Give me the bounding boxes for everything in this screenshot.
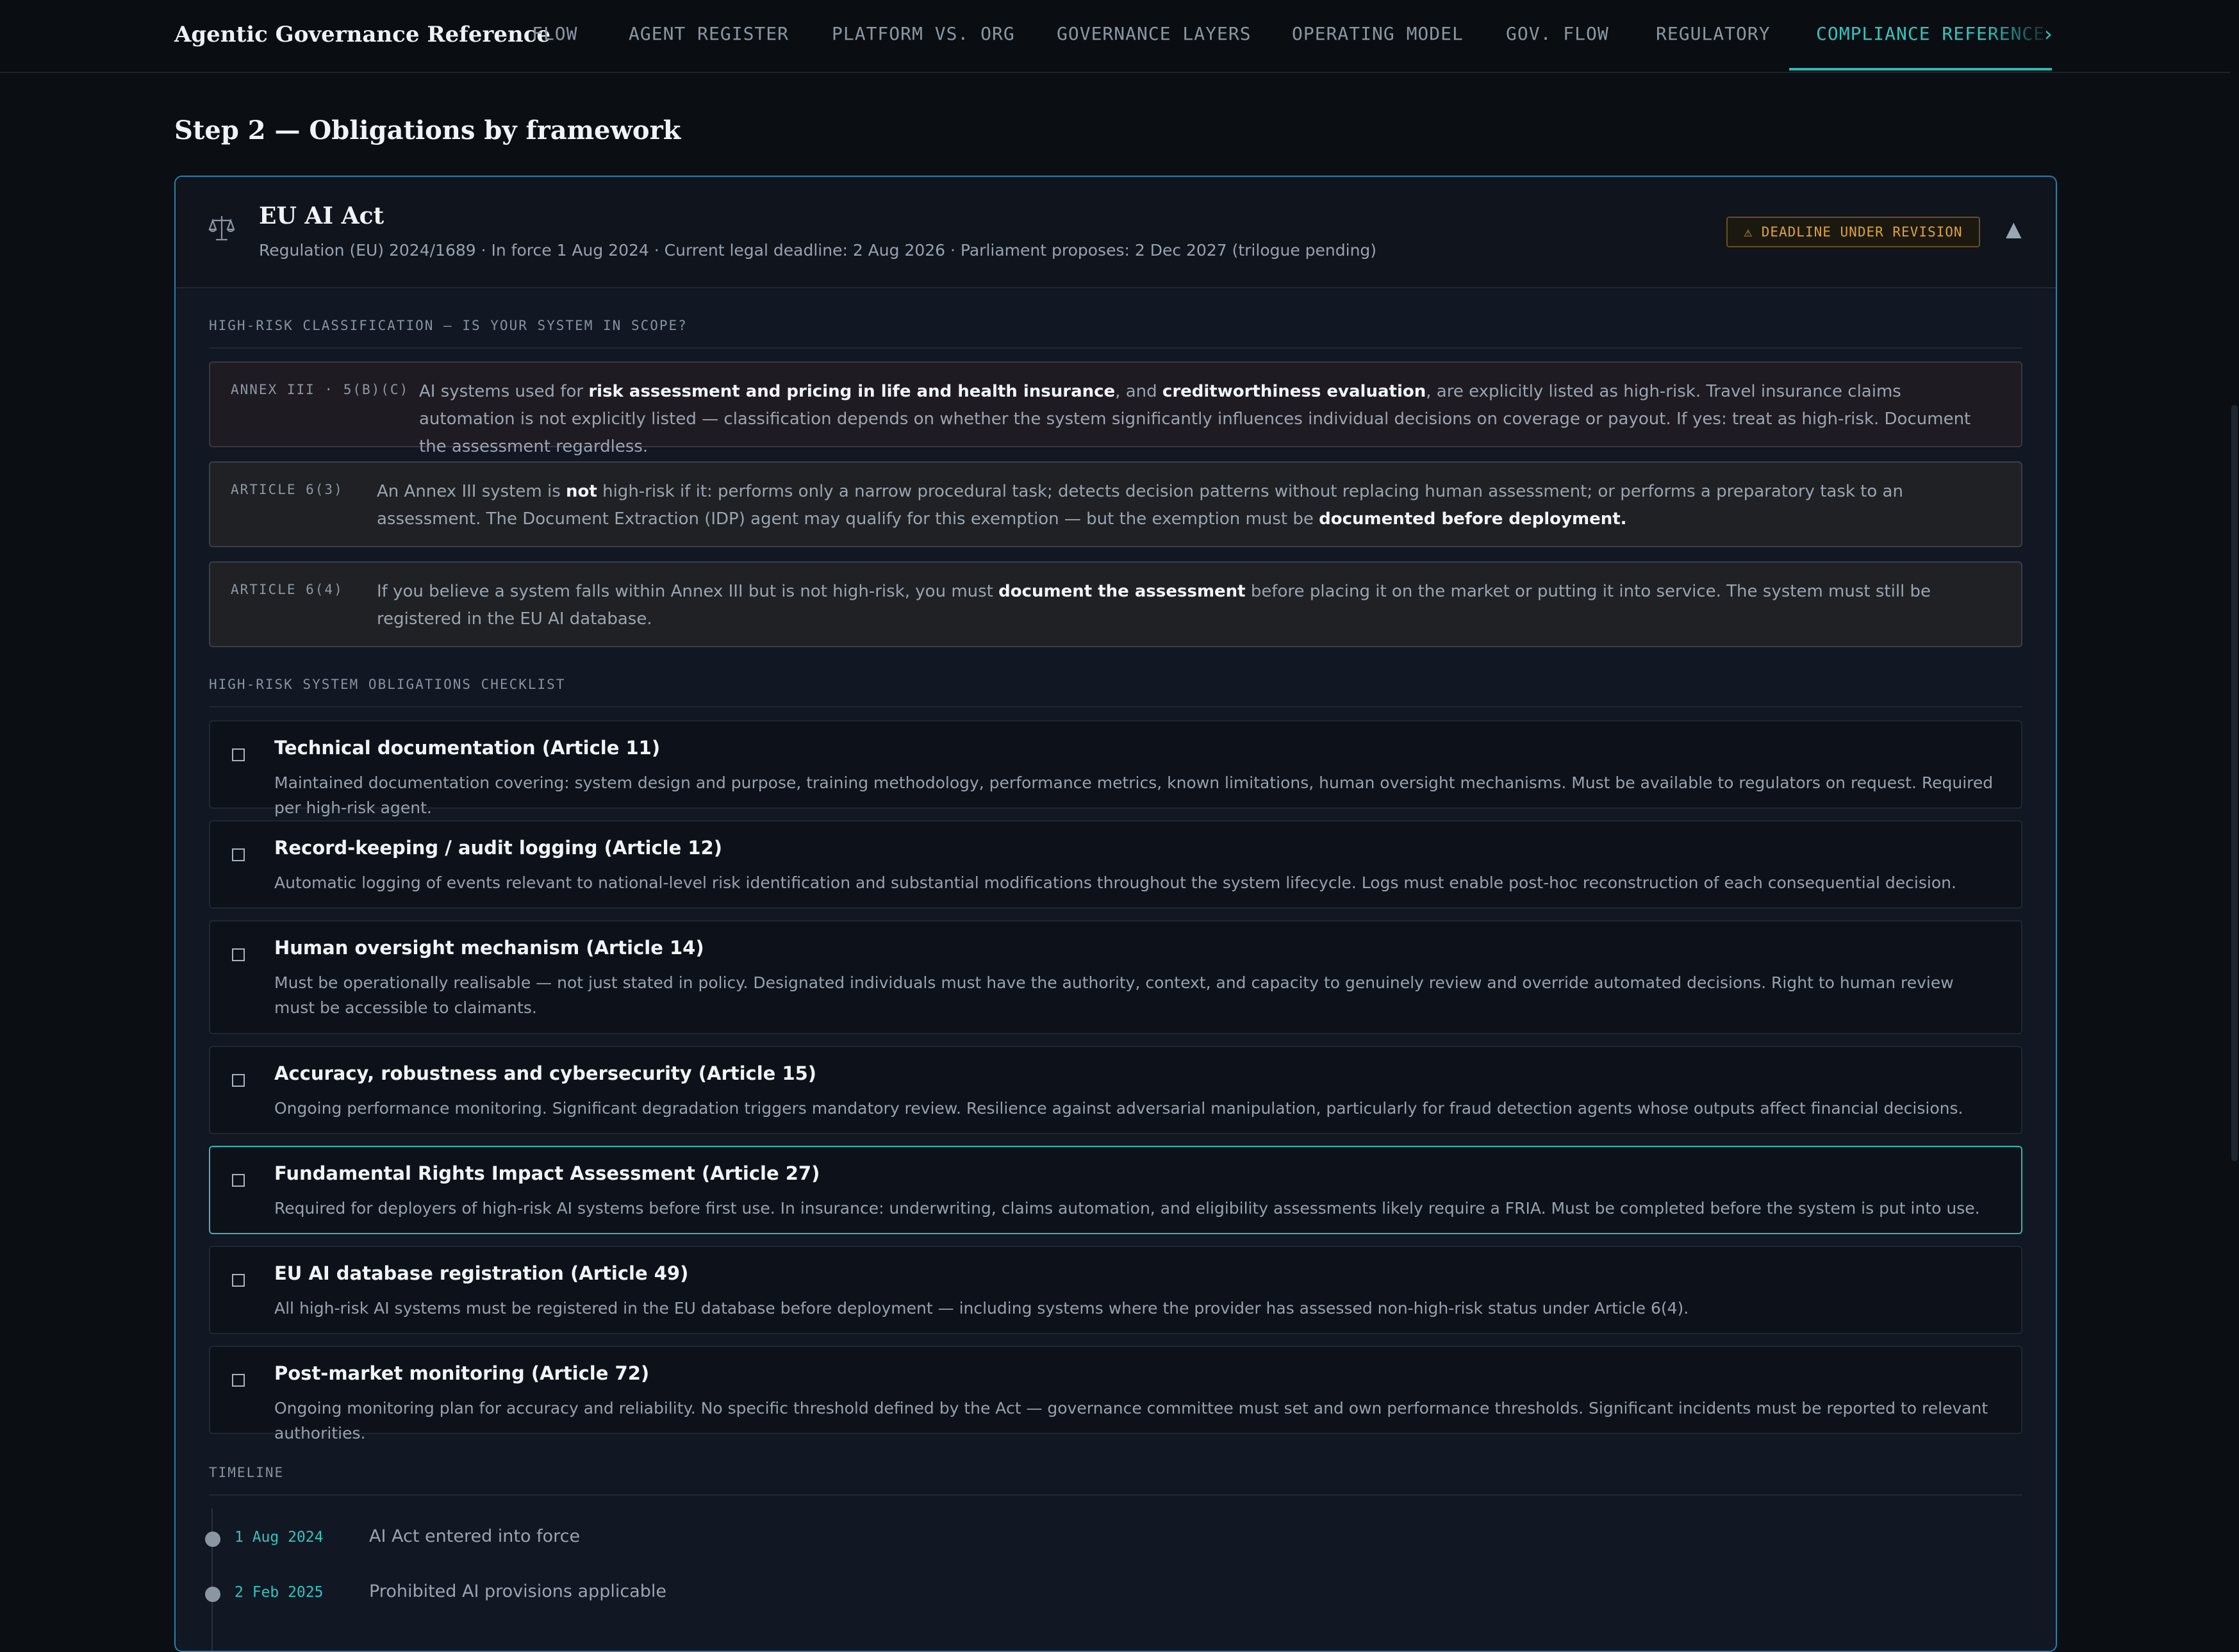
classification-section-label: HIGH-RISK CLASSIFICATION — IS YOUR SYSTE…: [209, 318, 688, 333]
classification-note-annex-iii: ANNEX III · 5(B)(C) AI systems used for …: [209, 361, 2022, 456]
framework-subtitle: Regulation (EU) 2024/1689 · In force 1 A…: [259, 241, 1377, 260]
tab-operating-model[interactable]: OPERATING MODEL: [1292, 23, 1464, 44]
tab-gov-flow[interactable]: GOV. FLOW: [1506, 23, 1609, 44]
timeline-event-text: AI Act entered into force: [369, 1526, 581, 1546]
emphasis-text: creditworthiness evaluation: [1162, 382, 1426, 401]
checklist-item-article-11[interactable]: Technical documentation (Article 11) Mai…: [209, 720, 2022, 817]
timeline-date: 2 Feb 2025: [235, 1584, 324, 1601]
checkbox[interactable]: [232, 948, 245, 961]
note-tag: ANNEX III · 5(B)(C): [231, 382, 409, 397]
emphasis-text: documented before deployment.: [1319, 509, 1627, 529]
checklist-item-article-49[interactable]: EU AI database registration (Article 49)…: [209, 1246, 2022, 1334]
framework-card-eu-ai-act: EU AI Act Regulation (EU) 2024/1689 · In…: [174, 176, 2057, 1652]
note-text: An Annex III system is not high-risk if …: [377, 478, 1999, 533]
checklist-item-title: Human oversight mechanism (Article 14): [274, 937, 704, 959]
emphasis-text: risk assessment and pricing in life and …: [588, 382, 1116, 401]
collapse-chevron-icon[interactable]: ▲: [2006, 217, 2022, 241]
tabs-scroll-right-icon[interactable]: ›: [2044, 22, 2053, 46]
checklist-item-description: Must be operationally realisable — not j…: [274, 973, 1954, 1017]
note-text: AI systems used for risk assessment and …: [419, 378, 1999, 461]
timeline-dot: [205, 1587, 220, 1602]
checklist-item-description: All high-risk AI systems must be registe…: [274, 1299, 1689, 1317]
app-title[interactable]: Agentic Governance Reference: [174, 22, 550, 47]
note-text-run: An Annex III system is: [377, 482, 566, 501]
section-divider: [209, 347, 2022, 349]
checkbox[interactable]: [232, 1174, 245, 1187]
checklist-item-title: EU AI database registration (Article 49): [274, 1262, 689, 1284]
checklist-item-article-14[interactable]: Human oversight mechanism (Article 14) M…: [209, 920, 2022, 1034]
checklist-item-article-12[interactable]: Record-keeping / audit logging (Article …: [209, 820, 2022, 909]
active-tab-indicator: [1789, 68, 2052, 70]
tab-platform-vs-org[interactable]: PLATFORM VS. ORG: [832, 23, 1015, 44]
checkbox[interactable]: [232, 1374, 245, 1387]
checklist-item-title: Record-keeping / audit logging (Article …: [274, 837, 722, 859]
note-text-run: If you believe a system falls within Ann…: [377, 582, 999, 601]
scales-icon: [208, 215, 235, 241]
checklist-item-description: Required for deployers of high-risk AI s…: [274, 1199, 1980, 1218]
emphasis-text: not: [566, 482, 597, 501]
checklist-item-title: Post-market monitoring (Article 72): [274, 1362, 650, 1384]
classification-note-article-6-4: ARTICLE 6(4) If you believe a system fal…: [209, 561, 2022, 647]
timeline-dot: [205, 1532, 220, 1547]
timeline-line: [211, 1508, 213, 1651]
tab-agent-register[interactable]: AGENT REGISTER: [629, 23, 789, 44]
checkbox[interactable]: [232, 848, 245, 861]
scrollbar-thumb[interactable]: [2231, 405, 2238, 1161]
deadline-warning-badge: ⚠ DEADLINE UNDER REVISION: [1726, 217, 1980, 247]
checklist-item-article-72[interactable]: Post-market monitoring (Article 72) Ongo…: [209, 1346, 2022, 1442]
section-divider: [209, 706, 2022, 707]
note-text-run: high-risk if it: performs only a narrow …: [377, 482, 1903, 529]
note-text-run: AI systems used for: [419, 382, 589, 401]
checkbox[interactable]: [232, 1074, 245, 1087]
checklist-item-article-27[interactable]: Fundamental Rights Impact Assessment (Ar…: [209, 1146, 2022, 1234]
checklist-item-title: Fundamental Rights Impact Assessment (Ar…: [274, 1162, 820, 1184]
checkbox[interactable]: [232, 748, 245, 761]
note-text: If you believe a system falls within Ann…: [377, 578, 1999, 633]
checklist-item-description: Automatic logging of events relevant to …: [274, 873, 1956, 892]
note-tag: ARTICLE 6(3): [231, 482, 343, 497]
note-text-run: , and: [1115, 382, 1162, 401]
classification-note-article-6-3: ARTICLE 6(3) An Annex III system is not …: [209, 461, 2022, 547]
page-scrollbar[interactable]: [2230, 72, 2239, 1625]
checkbox[interactable]: [232, 1274, 245, 1287]
framework-title: EU AI Act: [259, 202, 384, 229]
timeline-section-label: TIMELINE: [209, 1465, 285, 1480]
tab-flow[interactable]: FLOW: [532, 23, 577, 44]
checklist-item-description: Ongoing performance monitoring. Signific…: [274, 1099, 1963, 1118]
tab-regulatory[interactable]: REGULATORY: [1656, 23, 1771, 44]
top-navigation-bar: Agentic Governance Reference FLOW AGENT …: [0, 0, 2239, 73]
note-tag: ARTICLE 6(4): [231, 582, 343, 597]
timeline-event-text: Prohibited AI provisions applicable: [369, 1582, 666, 1601]
checklist-section-label: HIGH-RISK SYSTEM OBLIGATIONS CHECKLIST: [209, 677, 566, 692]
tab-governance-layers[interactable]: GOVERNANCE LAYERS: [1057, 23, 1252, 44]
checklist-item-description: Ongoing monitoring plan for accuracy and…: [274, 1399, 1988, 1442]
framework-card-header[interactable]: EU AI Act Regulation (EU) 2024/1689 · In…: [176, 177, 2056, 288]
checklist-item-title: Accuracy, robustness and cybersecurity (…: [274, 1062, 817, 1084]
checklist-item-description: Maintained documentation covering: syste…: [274, 773, 1994, 817]
timeline-date: 1 Aug 2024: [235, 1529, 324, 1546]
checklist-item-title: Technical documentation (Article 11): [274, 737, 661, 759]
emphasis-text: document the assessment: [998, 582, 1246, 601]
page-title: Step 2 — Obligations by framework: [174, 115, 681, 145]
section-divider: [209, 1494, 2022, 1496]
checklist-item-article-15[interactable]: Accuracy, robustness and cybersecurity (…: [209, 1046, 2022, 1134]
